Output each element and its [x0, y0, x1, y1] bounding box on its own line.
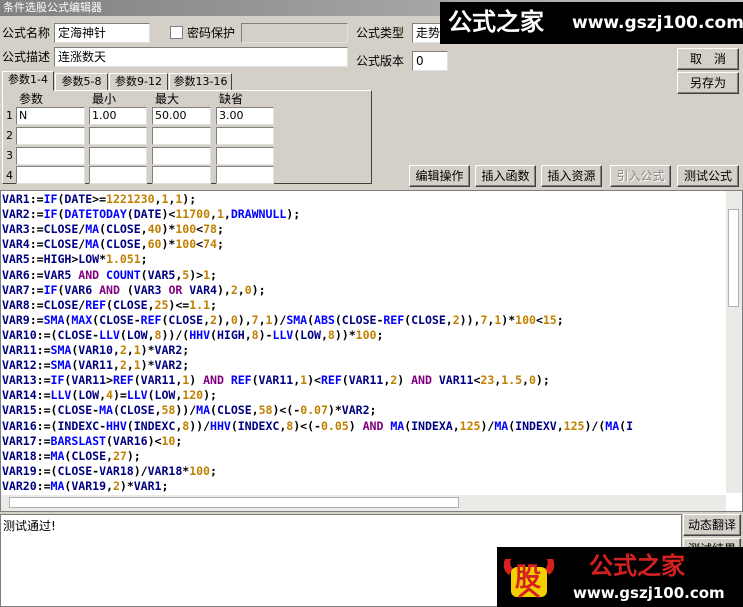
code-line: VAR16:=(INDEXC-HHV(INDEXC,8))/HHV(INDEXC…: [2, 418, 634, 433]
edit-ops-button[interactable]: 编辑操作: [409, 165, 470, 187]
param-min-cell[interactable]: [89, 127, 147, 145]
code-line: VAR1:=IF(DATE>=1221230,1,1);: [2, 192, 197, 206]
param-max-cell[interactable]: [152, 127, 211, 145]
param-max-cell[interactable]: 50.00: [152, 107, 211, 125]
code-line: VAR12:=SMA(VAR11,2,1)*VAR2;: [2, 358, 190, 373]
formula-name-label: 公式名称: [2, 26, 51, 40]
window-title: 条件选股公式编辑器: [3, 1, 102, 14]
param-default-cell[interactable]: [216, 166, 274, 184]
param-default-cell[interactable]: [216, 147, 274, 165]
code-line: VAR8:=CLOSE/REF(CLOSE,25)<=1.1;: [2, 297, 217, 312]
password-input[interactable]: [241, 23, 348, 43]
watermark-url: www.gszj100.com: [573, 584, 725, 602]
code-line: VAR19:=(CLOSE-VAR18)/VAR18*100;: [2, 463, 217, 478]
watermark-banner-top: 公式之家 www.gszj100.com: [440, 2, 743, 44]
param-row-number: 2: [6, 129, 13, 142]
code-line: VAR11:=SMA(VAR10,2,1)*VAR2;: [2, 343, 190, 357]
insert-resource-button[interactable]: 插入资源: [541, 165, 602, 187]
code-line: VAR14:=LLV(LOW,4)=LLV(LOW,120);: [2, 388, 217, 403]
param-default-cell[interactable]: 3.00: [216, 107, 274, 125]
formula-version-input[interactable]: 0: [412, 51, 448, 71]
editor-vertical-scrollbar[interactable]: [726, 191, 742, 493]
dynamic-translate-button[interactable]: 动态翻译: [683, 514, 741, 536]
param-row-number: 4: [6, 169, 13, 182]
param-row-number: 3: [6, 149, 13, 162]
param-max-cell[interactable]: [152, 166, 211, 184]
formula-desc-label: 公式描述: [2, 50, 51, 64]
editor-horizontal-scrollbar[interactable]: [1, 495, 726, 511]
param-name-cell[interactable]: [16, 166, 85, 184]
watermark-brand: 公式之家: [448, 7, 544, 36]
watermark-banner-bottom: 股 公式之家 www.gszj100.com: [497, 547, 743, 607]
password-checkbox[interactable]: [170, 26, 183, 39]
param-default-cell[interactable]: [216, 127, 274, 145]
horizontal-scroll-thumb[interactable]: [9, 497, 459, 508]
import-formula-button[interactable]: 引入公式: [610, 165, 671, 187]
param-header-default: 缺省: [219, 92, 244, 106]
tab-params-9-12[interactable]: 参数9-12: [109, 73, 168, 91]
cancel-button[interactable]: 取 消: [677, 48, 739, 70]
test-status-text: 测试通过!: [3, 519, 56, 533]
param-name-cell[interactable]: [16, 127, 85, 145]
code-line: VAR6:=VAR5 AND COUNT(VAR5,5)>1;: [2, 267, 217, 282]
param-max-cell[interactable]: [152, 147, 211, 165]
code-line: VAR15:=(CLOSE-MA(CLOSE,58))/MA(CLOSE,58)…: [2, 403, 377, 418]
insert-function-button[interactable]: 插入函数: [475, 165, 536, 187]
code-line: VAR17:=BARSLAST(VAR16)<10;: [2, 433, 183, 448]
param-name-cell[interactable]: [16, 147, 85, 165]
param-min-cell[interactable]: [89, 166, 147, 184]
param-row-number: 1: [6, 109, 13, 122]
tab-params-5-8[interactable]: 参数5-8: [55, 73, 108, 91]
param-min-cell[interactable]: [89, 147, 147, 165]
tab-params-1-4[interactable]: 参数1-4: [2, 71, 54, 91]
param-header-max: 最大: [155, 92, 180, 106]
test-formula-button[interactable]: 测试公式: [677, 165, 739, 187]
param-header-min: 最小: [92, 92, 117, 106]
watermark-url: www.gszj100.com: [572, 13, 743, 33]
code-line: VAR13:=IF(VAR11>REF(VAR11,1) AND REF(VAR…: [2, 373, 550, 388]
save-as-button[interactable]: 另存为: [677, 72, 739, 94]
code-line: VAR20:=MA(VAR19,2)*VAR1;: [2, 478, 169, 493]
vertical-scroll-thumb[interactable]: [728, 209, 739, 307]
formula-type-label: 公式类型: [356, 26, 405, 40]
code-editor[interactable]: VAR1:=IF(DATE>=1221230,1,1); VAR2:=IF(DAT…: [0, 190, 743, 512]
formula-desc-input[interactable]: 连涨数天: [54, 47, 348, 67]
code-line: VAR2:=IF(DATETODAY(DATE)<11700,1,DRAWNUL…: [2, 207, 301, 222]
bull-logo-icon: 股: [499, 553, 559, 601]
tab-params-13-16[interactable]: 参数13-16: [169, 73, 232, 91]
code-line: VAR4:=CLOSE/MA(CLOSE,60)*100<74;: [2, 237, 224, 252]
code-line: VAR3:=CLOSE/MA(CLOSE,40)*100<78;: [2, 222, 224, 237]
param-min-cell[interactable]: 1.00: [89, 107, 147, 125]
param-name-cell[interactable]: N: [16, 107, 85, 125]
code-line: VAR9:=SMA(MAX(CLOSE-REF(CLOSE,2),0),7,1)…: [2, 312, 564, 327]
code-line: VAR7:=IF(VAR6 AND (VAR3 OR VAR4),2,0);: [2, 282, 266, 297]
code-line: VAR18:=MA(CLOSE,27);: [2, 448, 141, 463]
code-line: VAR5:=HIGH>LOW*1.051;: [2, 252, 148, 267]
param-header-name: 参数: [19, 92, 44, 106]
watermark-brand: 公式之家: [589, 551, 685, 580]
formula-name-input[interactable]: 定海神针: [54, 23, 150, 43]
code-line: VAR10:=(CLOSE-LLV(LOW,8))/(HHV(HIGH,8)-L…: [2, 327, 384, 342]
password-label: 密码保护: [187, 26, 236, 40]
formula-version-label: 公式版本: [356, 54, 405, 68]
watermark-glyph: 股: [515, 563, 542, 593]
